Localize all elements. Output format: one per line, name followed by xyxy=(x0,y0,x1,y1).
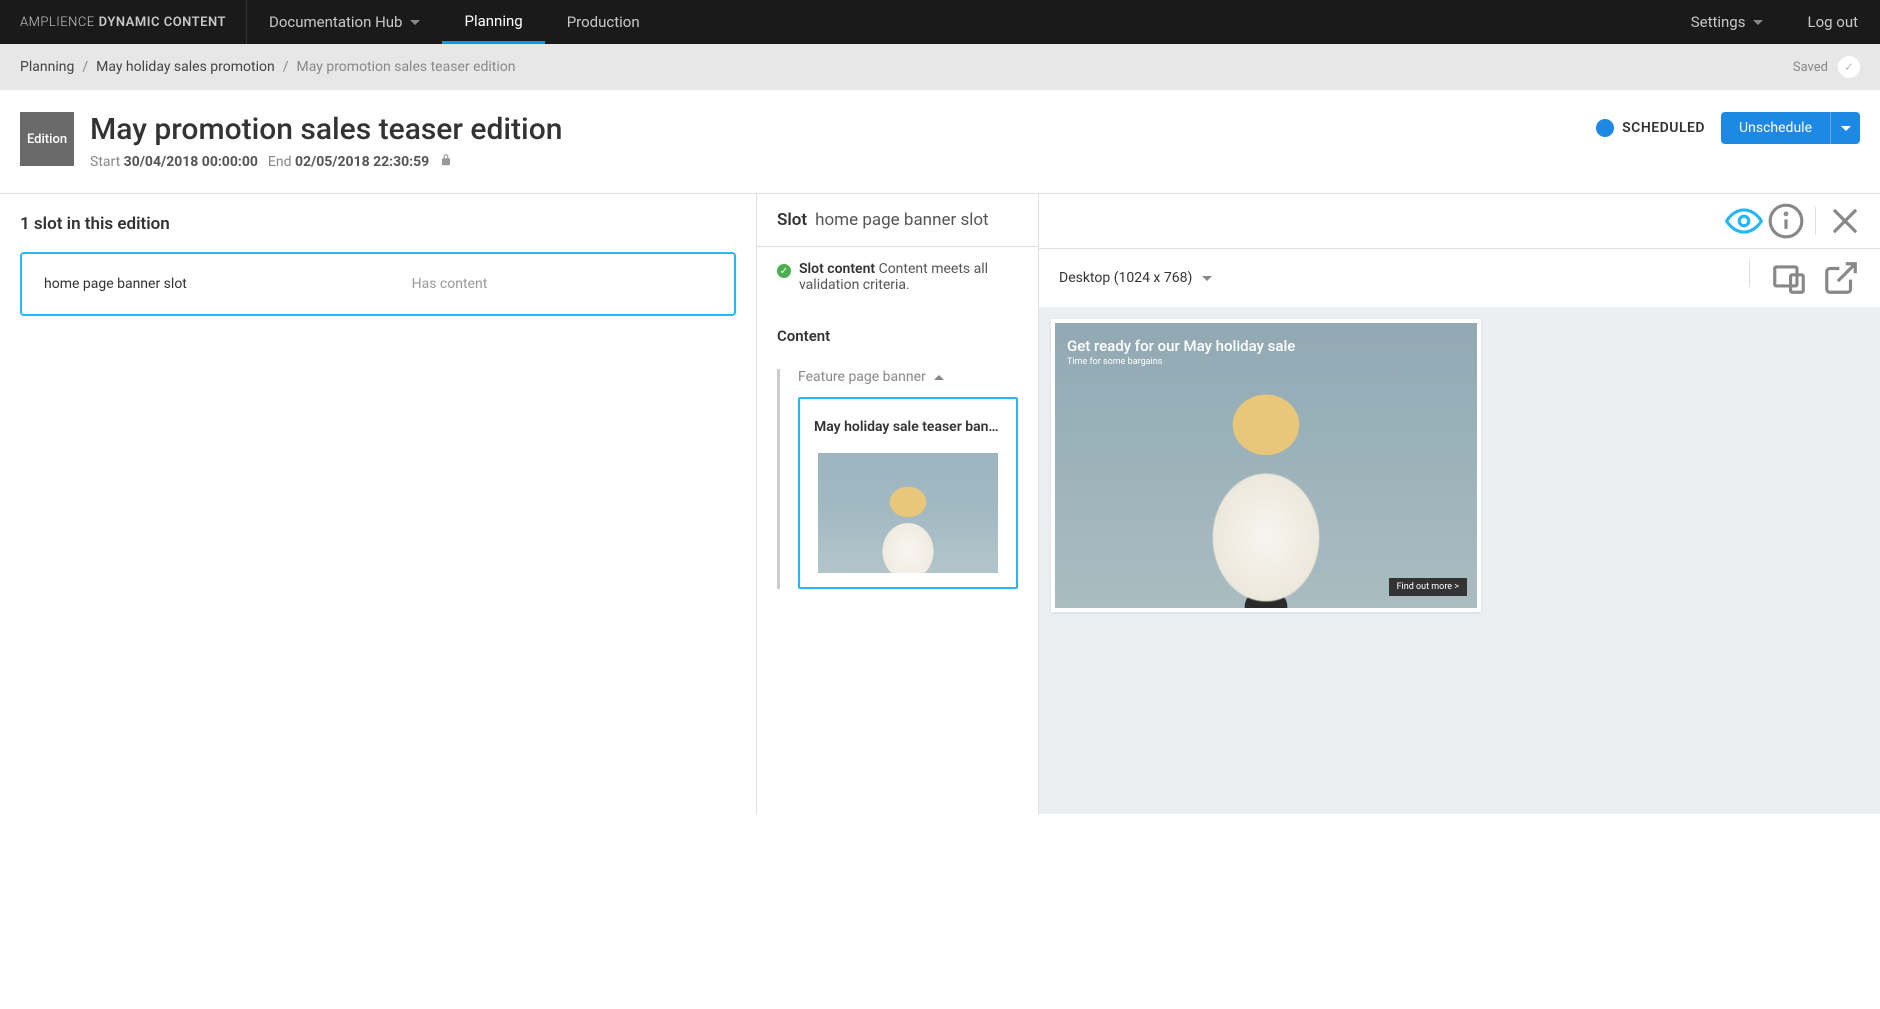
edition-dates: Start 30/04/2018 00:00:00 End 02/05/2018… xyxy=(90,153,562,171)
chevron-up-icon xyxy=(934,375,944,380)
close-icon[interactable] xyxy=(1826,202,1864,240)
content-item-title: May holiday sale teaser ban… xyxy=(814,419,1002,435)
nav-documentation-hub[interactable]: Documentation Hub xyxy=(247,0,442,44)
nav-settings[interactable]: Settings xyxy=(1669,0,1786,44)
breadcrumb-parent[interactable]: May holiday sales promotion xyxy=(96,59,275,75)
slot-label: Slot xyxy=(777,210,807,230)
slot-card-status: Has content xyxy=(412,276,488,292)
slot-card[interactable]: home page banner slot Has content xyxy=(20,252,736,316)
banner-title: Get ready for our May holiday sale xyxy=(1067,337,1295,355)
breadcrumb-root[interactable]: Planning xyxy=(20,59,74,75)
status-dot-icon xyxy=(1596,119,1614,137)
nav-planning[interactable]: Planning xyxy=(442,0,544,44)
breadcrumb: Planning / May holiday sales promotion /… xyxy=(0,44,1880,90)
feature-banner-toggle[interactable]: Feature page banner xyxy=(794,369,1018,385)
preview-frame: Get ready for our May holiday sale Time … xyxy=(1051,319,1481,612)
chevron-down-icon xyxy=(1202,276,1212,281)
edition-badge: Edition xyxy=(20,112,74,166)
chevron-down-icon xyxy=(1841,126,1851,131)
nav-production[interactable]: Production xyxy=(545,0,662,44)
lock-icon xyxy=(439,153,453,171)
preview-area: Get ready for our May holiday sale Time … xyxy=(1039,307,1880,814)
device-selector[interactable]: Desktop (1024 x 768) xyxy=(1059,270,1212,286)
app-logo: AMPLIENCEDYNAMIC CONTENT xyxy=(0,0,247,44)
slot-name: home page banner slot xyxy=(815,210,989,230)
breadcrumb-current: May promotion sales teaser edition xyxy=(297,59,516,75)
unschedule-dropdown[interactable] xyxy=(1830,112,1860,144)
saved-check-icon: ✓ xyxy=(1838,56,1860,78)
slot-content-label: Slot content xyxy=(799,261,875,277)
saved-label: Saved xyxy=(1793,60,1828,75)
content-item-thumbnail xyxy=(818,453,998,573)
slot-card-name: home page banner slot xyxy=(44,276,187,292)
preview-toggle-icon[interactable] xyxy=(1725,202,1763,240)
unschedule-button[interactable]: Unschedule xyxy=(1721,112,1830,144)
open-external-icon[interactable] xyxy=(1822,259,1860,297)
slots-heading: 1 slot in this edition xyxy=(20,214,736,234)
status-badge: SCHEDULED xyxy=(1596,119,1705,137)
responsive-icon[interactable] xyxy=(1770,259,1808,297)
page-title: May promotion sales teaser edition xyxy=(90,112,562,147)
content-heading: Content xyxy=(777,327,1018,345)
content-item-card[interactable]: May holiday sale teaser ban… xyxy=(798,397,1018,589)
banner-subtitle: Time for some bargains xyxy=(1067,357,1162,367)
info-icon[interactable] xyxy=(1767,202,1805,240)
chevron-down-icon xyxy=(410,20,420,25)
check-circle-icon: ✓ xyxy=(777,264,791,278)
nav-logout[interactable]: Log out xyxy=(1785,0,1880,44)
chevron-down-icon xyxy=(1753,20,1763,25)
banner-cta[interactable]: Find out more > xyxy=(1389,578,1467,596)
